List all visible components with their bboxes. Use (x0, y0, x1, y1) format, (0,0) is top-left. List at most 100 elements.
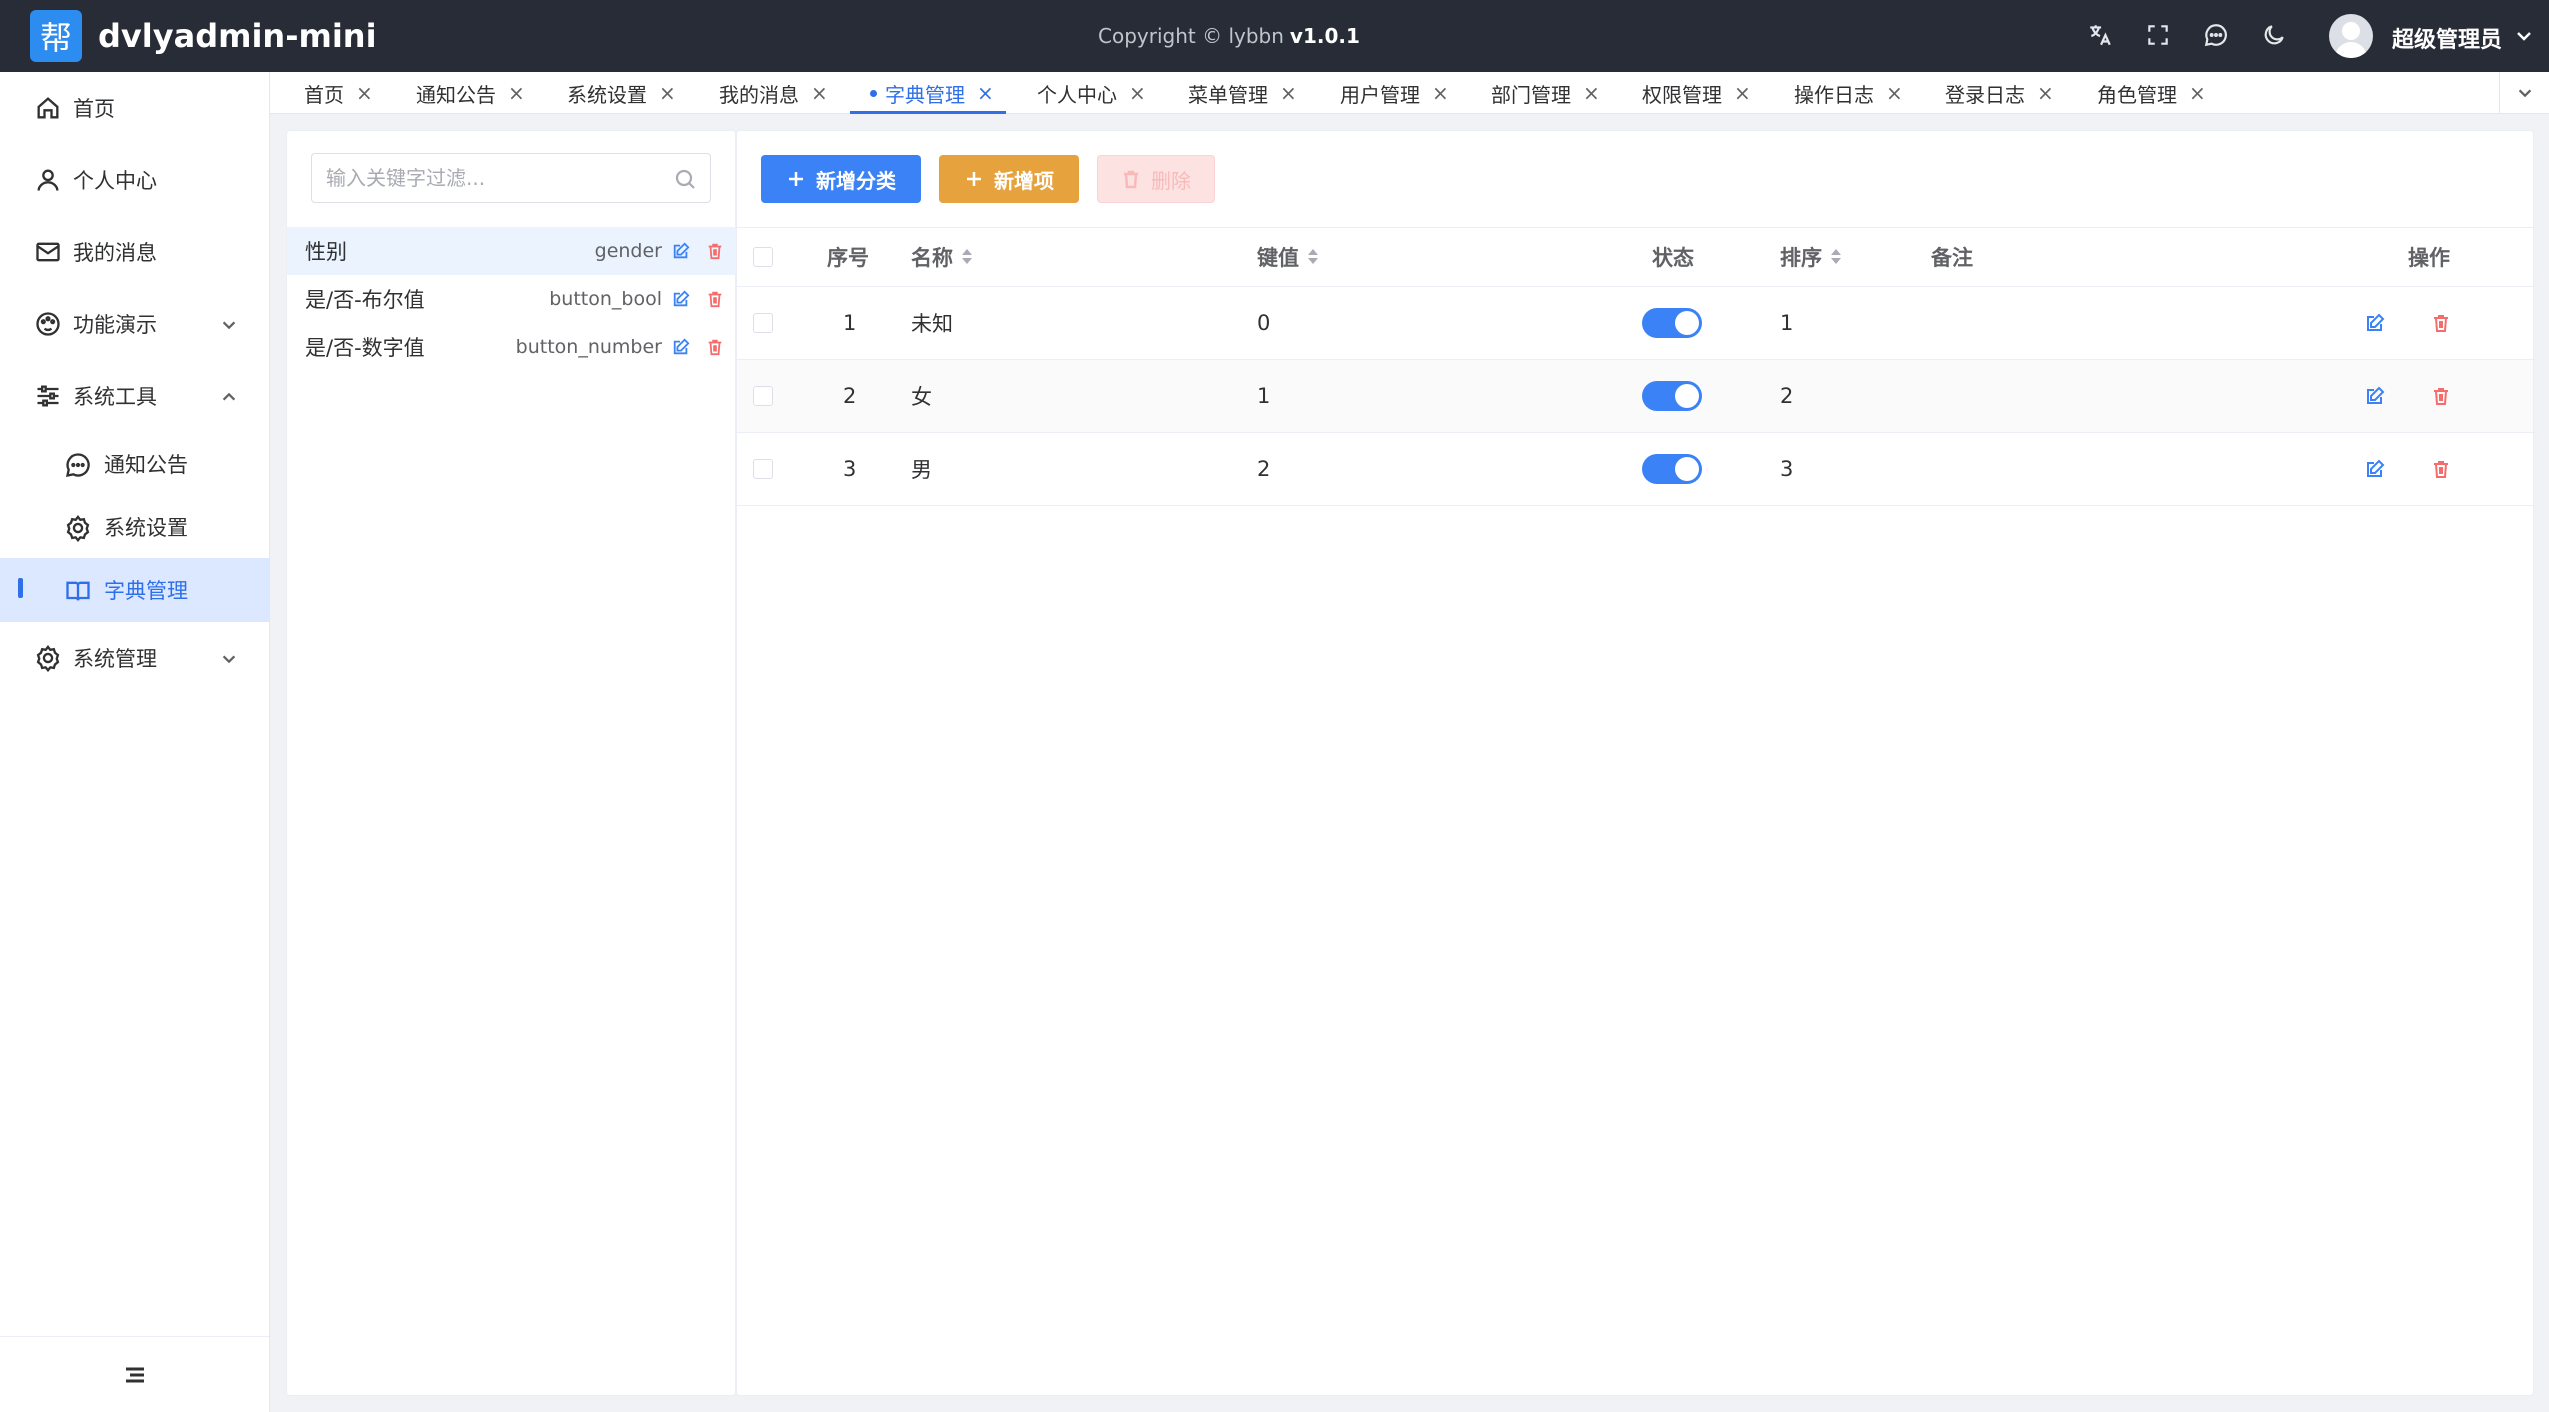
status-toggle[interactable] (1642, 454, 1702, 484)
row-edit-cell (2365, 360, 2385, 432)
palette-icon (34, 310, 62, 338)
delete-icon[interactable] (706, 338, 724, 356)
dict-category-row[interactable]: 是/否-布尔值 button_bool (287, 275, 736, 323)
delete-icon[interactable] (2431, 386, 2451, 406)
header-name-cell[interactable]: 名称 (911, 228, 973, 286)
close-icon[interactable]: × (2189, 81, 2206, 105)
close-icon[interactable]: × (1734, 81, 1751, 105)
gear-icon (34, 644, 62, 673)
header-value: 键值 (1257, 246, 1299, 270)
mail-icon (34, 238, 62, 266)
close-icon[interactable]: × (356, 81, 373, 105)
status-toggle[interactable] (1642, 308, 1702, 338)
sidebar-collapse-button[interactable] (0, 1336, 269, 1412)
filter-input[interactable] (326, 154, 666, 202)
add-category-button[interactable]: 新增分类 (761, 155, 921, 203)
trash-icon (1124, 170, 1138, 189)
close-icon[interactable]: × (977, 81, 994, 105)
close-icon[interactable]: × (811, 81, 828, 105)
tab-notices[interactable]: 通知公告 × (416, 72, 525, 114)
sidebar-item-home[interactable]: 首页 (0, 78, 269, 138)
row-value: 2 (1257, 457, 1271, 481)
sort-icon[interactable] (1307, 248, 1319, 266)
sort-icon[interactable] (1830, 248, 1842, 266)
username[interactable]: 超级管理员 (2392, 22, 2502, 54)
tab-roles[interactable]: 角色管理 × (2097, 72, 2206, 114)
row-select-cell (753, 433, 773, 505)
sidebar-item-label: 系统工具 (73, 385, 157, 409)
tab-operation-log[interactable]: 操作日志 × (1794, 72, 1903, 114)
tab-departments[interactable]: 部门管理 × (1491, 72, 1600, 114)
message-icon[interactable] (2201, 20, 2231, 50)
add-item-button[interactable]: 新增项 (939, 155, 1079, 203)
sidebar-item-notices[interactable]: 通知公告 (0, 434, 269, 494)
status-toggle[interactable] (1642, 381, 1702, 411)
delete-icon[interactable] (706, 290, 724, 308)
tab-dictionary[interactable]: 字典管理 × (850, 72, 1006, 114)
tab-settings[interactable]: 系统设置 × (567, 72, 676, 114)
close-icon[interactable]: × (659, 81, 676, 105)
table-row[interactable]: 2 女 1 2 (737, 360, 2533, 433)
edit-icon[interactable] (672, 242, 690, 260)
translate-icon[interactable] (2085, 20, 2115, 50)
header-sort-cell[interactable]: 排序 (1780, 228, 1842, 286)
header-value-cell[interactable]: 键值 (1257, 228, 1319, 286)
avatar[interactable] (2329, 14, 2373, 58)
sidebar-item-tools[interactable]: 系统工具 (0, 366, 269, 426)
app-logo[interactable]: 帮 (30, 10, 82, 62)
dict-category-row[interactable]: 性别 gender (287, 227, 736, 275)
tab-label: 部门管理 (1491, 82, 1571, 107)
close-icon[interactable]: × (508, 81, 525, 105)
close-icon[interactable]: × (1129, 81, 1146, 105)
app-title[interactable]: dvlyadmin-mini (98, 17, 377, 55)
copyright-label: Copyright © lybbn (1098, 24, 1284, 48)
tab-label: 角色管理 (2097, 82, 2177, 107)
close-icon[interactable]: × (1583, 81, 1600, 105)
tab-login-log[interactable]: 登录日志 × (1945, 72, 2054, 114)
sidebar-item-system[interactable]: 系统管理 (0, 628, 269, 688)
version-label: v1.0.1 (1289, 24, 1360, 48)
edit-icon[interactable] (672, 290, 690, 308)
tab-menus[interactable]: 菜单管理 × (1188, 72, 1297, 114)
top-header: 帮 dvlyadmin-mini Copyright © lybbn v1.0.1… (0, 0, 2549, 72)
chevron-down-icon[interactable] (2514, 26, 2534, 46)
edit-icon[interactable] (2365, 386, 2385, 406)
tab-users[interactable]: 用户管理 × (1340, 72, 1449, 114)
tabs-more-button[interactable] (2499, 72, 2549, 114)
fullscreen-icon[interactable] (2143, 20, 2173, 50)
tab-home[interactable]: 首页 × (304, 72, 373, 114)
close-icon[interactable]: × (1280, 81, 1297, 105)
sort-icon[interactable] (961, 248, 973, 266)
tab-label: 登录日志 (1945, 82, 2025, 107)
close-icon[interactable]: × (1886, 81, 1903, 105)
edit-icon[interactable] (672, 338, 690, 356)
tab-messages[interactable]: 我的消息 × (719, 72, 828, 114)
delete-icon[interactable] (2431, 459, 2451, 479)
collapse-icon (125, 1367, 144, 1382)
sidebar-item-demo[interactable]: 功能演示 (0, 294, 269, 354)
edit-icon[interactable] (2365, 459, 2385, 479)
select-all-checkbox[interactable] (753, 247, 773, 267)
table-row[interactable]: 3 男 2 3 (737, 433, 2533, 506)
header-status: 状态 (1652, 246, 1694, 270)
sidebar-item-dictionary[interactable]: 字典管理 (0, 558, 269, 622)
close-icon[interactable]: × (1432, 81, 1449, 105)
dict-category-row[interactable]: 是/否-数字值 button_number (287, 323, 736, 371)
close-icon[interactable]: × (2037, 81, 2054, 105)
delete-icon[interactable] (706, 242, 724, 260)
edit-icon[interactable] (2365, 313, 2385, 333)
row-checkbox[interactable] (753, 459, 773, 479)
row-checkbox[interactable] (753, 386, 773, 406)
sidebar-item-messages[interactable]: 我的消息 (0, 222, 269, 282)
tab-label: 系统设置 (567, 82, 647, 107)
sidebar-item-settings[interactable]: 系统设置 (0, 497, 269, 557)
table-row[interactable]: 1 未知 0 1 (737, 287, 2533, 360)
delete-icon[interactable] (2431, 313, 2451, 333)
row-checkbox[interactable] (753, 313, 773, 333)
tab-profile[interactable]: 个人中心 × (1037, 72, 1146, 114)
tab-permissions[interactable]: 权限管理 × (1642, 72, 1751, 114)
delete-button[interactable]: 删除 (1097, 155, 1215, 203)
dict-category-code: gender (594, 240, 662, 262)
moon-icon[interactable] (2259, 20, 2289, 50)
sidebar-item-profile[interactable]: 个人中心 (0, 150, 269, 210)
